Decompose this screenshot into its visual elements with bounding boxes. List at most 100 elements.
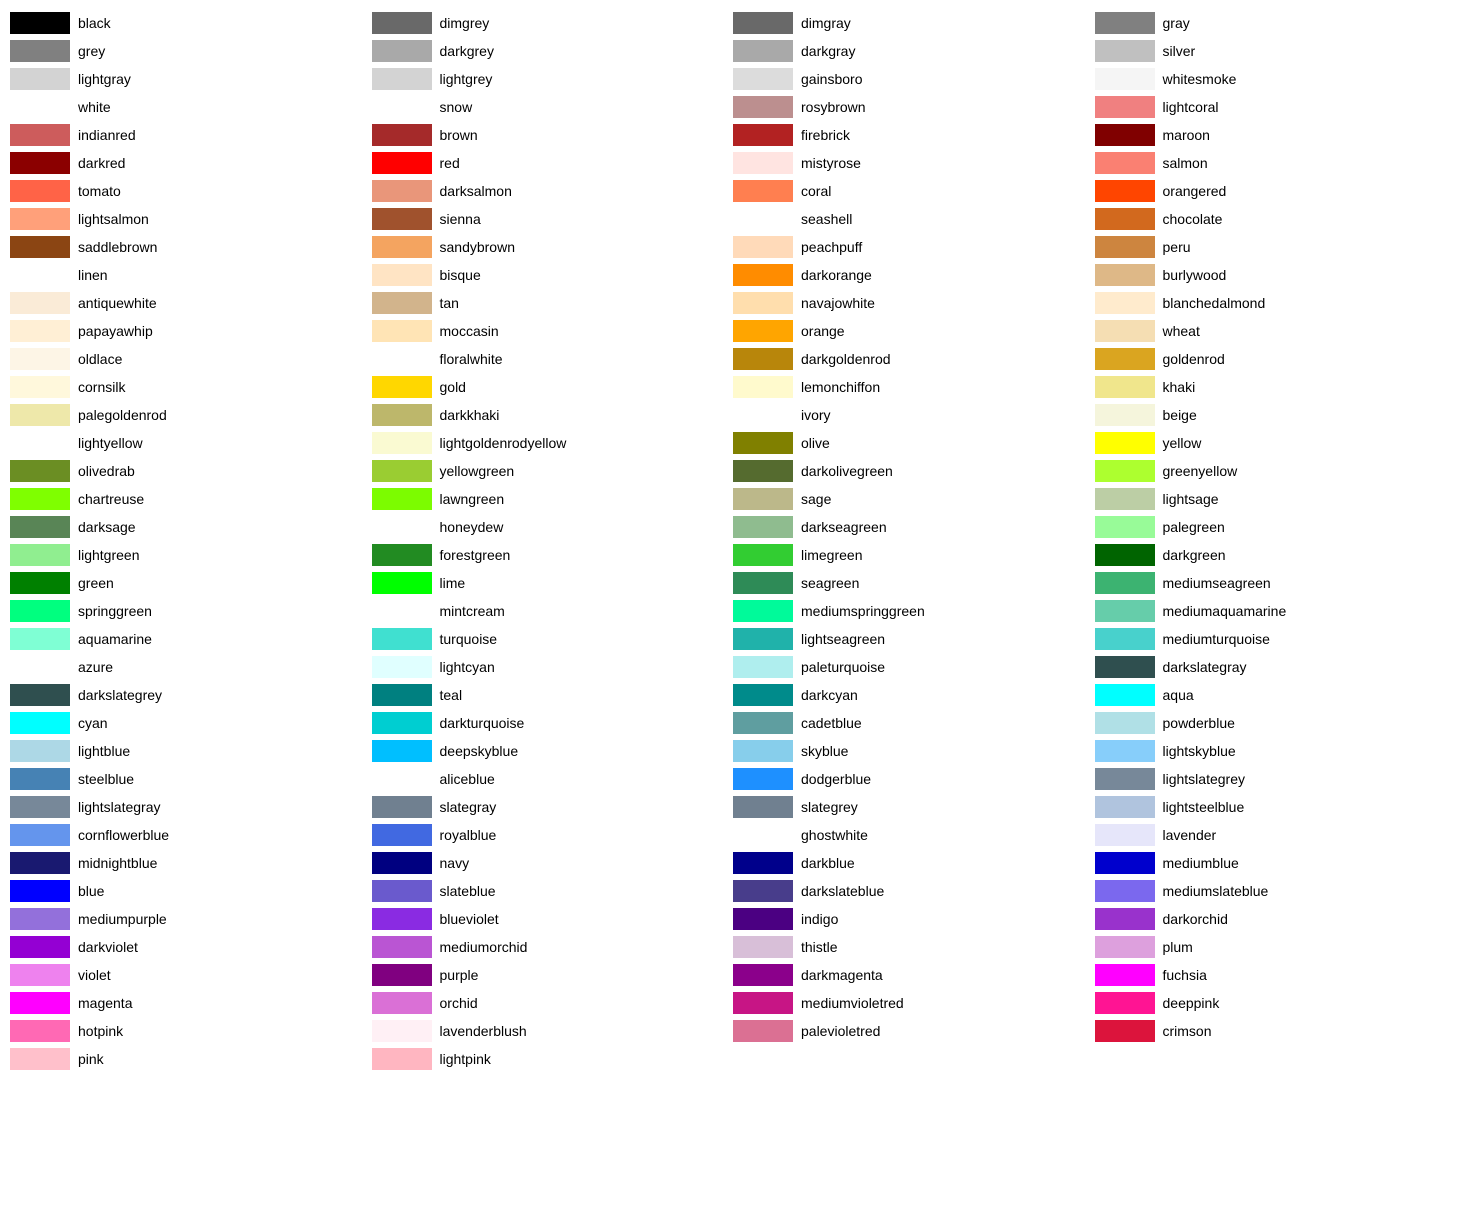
color-swatch bbox=[1095, 96, 1155, 118]
color-swatch bbox=[733, 572, 793, 594]
color-swatch bbox=[1095, 516, 1155, 538]
color-item: oldlace bbox=[10, 346, 372, 372]
color-swatch bbox=[733, 264, 793, 286]
color-name-label: firebrick bbox=[801, 127, 850, 143]
color-swatch bbox=[1095, 40, 1155, 62]
color-swatch bbox=[1095, 124, 1155, 146]
color-swatch bbox=[733, 684, 793, 706]
color-item: darkviolet bbox=[10, 934, 372, 960]
color-item: snow bbox=[372, 94, 734, 120]
color-swatch bbox=[372, 712, 432, 734]
color-swatch bbox=[372, 40, 432, 62]
color-name-label: brown bbox=[440, 127, 478, 143]
color-item: chartreuse bbox=[10, 486, 372, 512]
color-item: azure bbox=[10, 654, 372, 680]
color-item: cadetblue bbox=[733, 710, 1095, 736]
color-item: deeppink bbox=[1095, 990, 1457, 1016]
color-swatch bbox=[733, 236, 793, 258]
color-name-label: cyan bbox=[78, 715, 108, 731]
color-item: peru bbox=[1095, 234, 1457, 260]
color-name-label: darkslateblue bbox=[801, 883, 884, 899]
color-item: palegreen bbox=[1095, 514, 1457, 540]
color-name-label: seashell bbox=[801, 211, 852, 227]
color-name-label: palegreen bbox=[1163, 519, 1225, 535]
color-name-label: lightgray bbox=[78, 71, 131, 87]
color-name-label: yellow bbox=[1163, 435, 1202, 451]
color-swatch bbox=[1095, 600, 1155, 622]
color-swatch bbox=[733, 124, 793, 146]
color-item: linen bbox=[10, 262, 372, 288]
color-swatch bbox=[10, 208, 70, 230]
color-item: darkgray bbox=[733, 38, 1095, 64]
color-item: darkturquoise bbox=[372, 710, 734, 736]
color-name-label: mediumaquamarine bbox=[1163, 603, 1287, 619]
color-swatch bbox=[372, 404, 432, 426]
color-item: maroon bbox=[1095, 122, 1457, 148]
color-swatch bbox=[10, 180, 70, 202]
color-name-label: powderblue bbox=[1163, 715, 1235, 731]
color-item: peachpuff bbox=[733, 234, 1095, 260]
color-swatch bbox=[10, 908, 70, 930]
color-swatch bbox=[10, 1020, 70, 1042]
color-name-label: gold bbox=[440, 379, 466, 395]
color-item: darkkhaki bbox=[372, 402, 734, 428]
color-item: steelblue bbox=[10, 766, 372, 792]
color-name-label: antiquewhite bbox=[78, 295, 157, 311]
color-item: paleturquoise bbox=[733, 654, 1095, 680]
color-name-label: hotpink bbox=[78, 1023, 123, 1039]
color-swatch bbox=[10, 768, 70, 790]
color-name-label: dimgrey bbox=[440, 15, 490, 31]
color-item: bisque bbox=[372, 262, 734, 288]
color-item: orange bbox=[733, 318, 1095, 344]
color-item: yellow bbox=[1095, 430, 1457, 456]
color-item: lightcyan bbox=[372, 654, 734, 680]
color-swatch bbox=[1095, 684, 1155, 706]
color-name-label: saddlebrown bbox=[78, 239, 157, 255]
color-swatch bbox=[10, 824, 70, 846]
color-swatch bbox=[733, 880, 793, 902]
color-swatch bbox=[733, 12, 793, 34]
color-name-label: mintcream bbox=[440, 603, 505, 619]
color-name-label: seagreen bbox=[801, 575, 859, 591]
color-name-label: mediumorchid bbox=[440, 939, 528, 955]
color-swatch bbox=[10, 12, 70, 34]
color-swatch bbox=[1095, 936, 1155, 958]
color-swatch bbox=[733, 208, 793, 230]
color-item: silver bbox=[1095, 38, 1457, 64]
color-item: olive bbox=[733, 430, 1095, 456]
color-name-label: blanchedalmond bbox=[1163, 295, 1266, 311]
color-name-label: salmon bbox=[1163, 155, 1208, 171]
color-swatch bbox=[10, 880, 70, 902]
color-name-label: limegreen bbox=[801, 547, 862, 563]
color-swatch bbox=[1095, 880, 1155, 902]
color-name-label: magenta bbox=[78, 995, 132, 1011]
color-item: palevioletred bbox=[733, 1018, 1095, 1044]
color-name-label: lightcyan bbox=[440, 659, 495, 675]
color-item: darkslategray bbox=[1095, 654, 1457, 680]
color-name-label: lightskyblue bbox=[1163, 743, 1236, 759]
color-name-label: lime bbox=[440, 575, 466, 591]
color-name-label: ghostwhite bbox=[801, 827, 868, 843]
color-swatch bbox=[372, 124, 432, 146]
color-item: lemonchiffon bbox=[733, 374, 1095, 400]
color-name-label: bisque bbox=[440, 267, 481, 283]
color-swatch bbox=[1095, 768, 1155, 790]
color-name-label: steelblue bbox=[78, 771, 134, 787]
color-item: ghostwhite bbox=[733, 822, 1095, 848]
color-item: midnightblue bbox=[10, 850, 372, 876]
color-item: olivedrab bbox=[10, 458, 372, 484]
color-name-label: red bbox=[440, 155, 460, 171]
color-swatch bbox=[733, 796, 793, 818]
color-item: mediumspringgreen bbox=[733, 598, 1095, 624]
color-name-label: aqua bbox=[1163, 687, 1194, 703]
color-item: greenyellow bbox=[1095, 458, 1457, 484]
color-item: red bbox=[372, 150, 734, 176]
color-item: aquamarine bbox=[10, 626, 372, 652]
color-swatch bbox=[733, 768, 793, 790]
color-name-label: maroon bbox=[1163, 127, 1210, 143]
color-swatch bbox=[733, 964, 793, 986]
color-name-label: darkgray bbox=[801, 43, 855, 59]
color-name-label: yellowgreen bbox=[440, 463, 515, 479]
color-item: cornflowerblue bbox=[10, 822, 372, 848]
color-item: mediumseagreen bbox=[1095, 570, 1457, 596]
